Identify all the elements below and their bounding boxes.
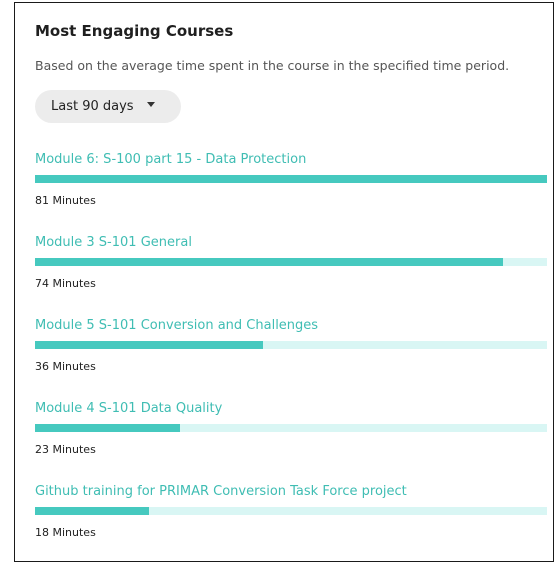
engagement-bar-track — [35, 507, 547, 515]
engagement-bar-fill — [35, 341, 263, 349]
course-link[interactable]: Github training for PRIMAR Conversion Ta… — [35, 483, 547, 501]
course-item: Module 4 S-101 Data Quality 23 Minutes — [35, 400, 547, 456]
card-title: Most Engaging Courses — [35, 22, 234, 40]
time-period-selected: Last 90 days — [51, 99, 134, 114]
course-minutes: 23 Minutes — [35, 443, 96, 456]
most-engaging-courses-card: Most Engaging Courses Based on the avera… — [14, 2, 554, 562]
course-item: Module 5 S-101 Conversion and Challenges… — [35, 317, 547, 373]
engagement-bar-track — [35, 341, 547, 349]
engagement-bar-track — [35, 424, 547, 432]
course-item: Github training for PRIMAR Conversion Ta… — [35, 483, 547, 539]
course-minutes: 74 Minutes — [35, 277, 96, 290]
engagement-bar-fill — [35, 258, 503, 266]
course-link[interactable]: Module 3 S-101 General — [35, 234, 547, 252]
course-minutes: 18 Minutes — [35, 526, 96, 539]
course-item: Module 3 S-101 General 74 Minutes — [35, 234, 547, 290]
course-minutes: 36 Minutes — [35, 360, 96, 373]
engagement-bar-fill — [35, 175, 547, 183]
engagement-bar-track — [35, 258, 547, 266]
course-link[interactable]: Module 4 S-101 Data Quality — [35, 400, 547, 418]
engagement-bar-fill — [35, 507, 149, 515]
engagement-bar-track — [35, 175, 547, 183]
course-link[interactable]: Module 6: S-100 part 15 - Data Protectio… — [35, 151, 547, 169]
course-minutes: 81 Minutes — [35, 194, 96, 207]
engagement-bar-fill — [35, 424, 181, 432]
caret-down-icon — [147, 102, 155, 107]
course-link[interactable]: Module 5 S-101 Conversion and Challenges — [35, 317, 547, 335]
time-period-dropdown[interactable]: Last 90 days — [35, 90, 181, 123]
card-subtitle: Based on the average time spent in the c… — [35, 58, 510, 73]
course-item: Module 6: S-100 part 15 - Data Protectio… — [35, 151, 547, 207]
